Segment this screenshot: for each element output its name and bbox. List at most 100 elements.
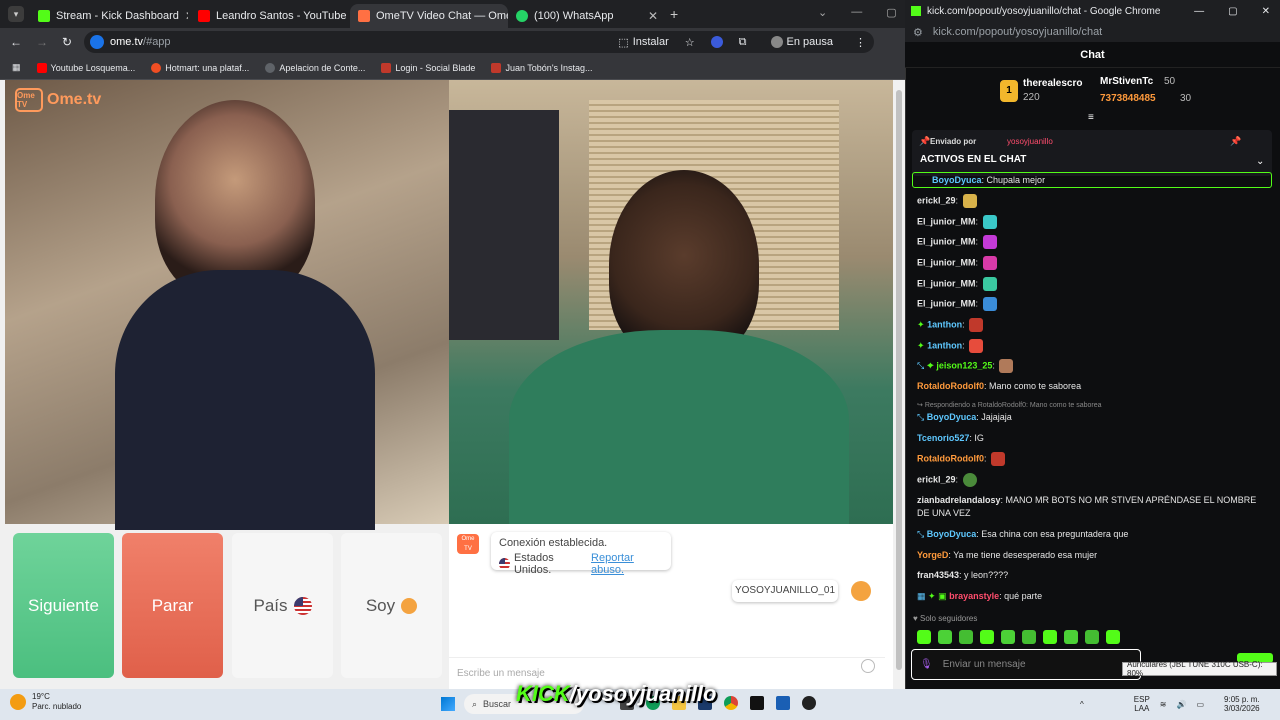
expand-chevron-icon[interactable]: ⌄ (1256, 156, 1264, 167)
chat-username[interactable]: 1anthon (927, 319, 962, 329)
reload-icon[interactable]: ↻ (62, 35, 72, 49)
bookmark-item[interactable]: Youtube Losquema... (36, 62, 135, 73)
search-label: Buscar (483, 699, 512, 709)
chat-username[interactable]: Tcenorio527 (917, 433, 969, 443)
collapse-icon[interactable]: ≡ (1088, 112, 1094, 123)
close-tab-icon[interactable]: ✕ (185, 9, 188, 23)
chat-username[interactable]: erickl_29 (917, 474, 956, 484)
chat-username[interactable]: jeison123_25 (936, 360, 992, 370)
volume-icon[interactable]: 🔊 (1176, 700, 1186, 709)
chat-username[interactable]: fran43543 (917, 570, 959, 580)
tab-search-icon[interactable]: ▾ (8, 6, 24, 22)
gender-button[interactable]: Soy (341, 533, 442, 678)
chat-username[interactable]: El_junior_MM (917, 278, 976, 288)
badge-icon: ⤡ (917, 412, 925, 422)
close-window-icon[interactable]: ✕ (1262, 6, 1270, 17)
close-tab-icon[interactable]: ✕ (648, 9, 658, 23)
forward-icon[interactable]: → (36, 35, 48, 49)
emote-icon[interactable] (1106, 630, 1120, 644)
tab-title: (100) WhatsApp (534, 10, 614, 22)
microphone-icon[interactable]: 🎙 (920, 659, 933, 670)
bookmark-item[interactable]: Apelacion de Conte... (265, 62, 365, 73)
emote-icon[interactable] (1064, 630, 1078, 644)
page-scrollbar[interactable] (893, 80, 905, 689)
back-icon[interactable]: ← (10, 35, 22, 49)
stop-button[interactable]: Parar (122, 533, 223, 678)
scrollbar-thumb[interactable] (896, 90, 902, 670)
browser-toolbar: ← → ↻ ome.tv/#app ⬚ Instalar ☆ ⧉ En pausa… (0, 28, 905, 56)
chat-username[interactable]: BoyoDyuca (932, 175, 982, 185)
report-abuse-link[interactable]: Reportar abuso. (591, 552, 663, 576)
gender-label: Soy (365, 595, 396, 615)
tab-ometv[interactable]: OmeTV Video Chat — Ome ✕ (350, 4, 508, 28)
site-info-icon[interactable] (90, 35, 104, 49)
chat-username[interactable]: brayanstyle (949, 591, 999, 601)
next-button[interactable]: Siguiente (13, 533, 114, 678)
bookmark-item[interactable]: Hotmart: una plataf... (151, 62, 249, 73)
chat-username[interactable]: zianbadrelandalosy (917, 495, 1001, 505)
chat-username[interactable]: El_junior_MM (917, 257, 976, 267)
chat-username[interactable]: erickl_29 (917, 195, 956, 205)
emote-icon[interactable] (1085, 630, 1099, 644)
new-tab-icon[interactable]: + (670, 6, 678, 22)
apps-icon[interactable]: ▦ (12, 62, 21, 73)
emote-icon[interactable] (1001, 630, 1015, 644)
weather-widget[interactable]: 19°C Parc. nublado (10, 692, 81, 712)
minimize-icon[interactable]: — (1194, 6, 1204, 17)
unpin-icon[interactable]: 📌 (1230, 136, 1241, 147)
tab-kick-dashboard[interactable]: Stream - Kick Dashboard ✕ (30, 4, 188, 28)
chat-username[interactable]: RotaldoRodolf0 (917, 381, 984, 391)
ometv-favicon-icon (358, 10, 370, 22)
more-menu-icon[interactable]: ⋮ (855, 36, 866, 49)
site-info-icon[interactable]: ⚙ (913, 26, 923, 39)
chat-username[interactable]: YorgeD (917, 550, 948, 560)
bookmark-item[interactable]: Login - Social Blade (381, 62, 475, 73)
emote-icon[interactable] (1022, 630, 1036, 644)
chat-username[interactable]: BoyoDyuca (927, 529, 977, 539)
chat-username[interactable]: RotaldoRodolf0 (917, 453, 984, 463)
lang-code: ESP (1133, 695, 1150, 704)
emote-icon[interactable] (917, 630, 931, 644)
country-button[interactable]: País (232, 533, 333, 678)
minimize-icon[interactable]: — (851, 6, 862, 19)
install-button[interactable]: ⬚ Instalar (618, 36, 668, 49)
tab-whatsapp[interactable]: (100) WhatsApp ✕ (508, 4, 666, 28)
chrome-app-icon[interactable] (724, 696, 738, 710)
lang-indicator[interactable]: ESP LAA (1134, 695, 1150, 713)
bookmark-star-icon[interactable]: ☆ (685, 36, 695, 49)
obs-app-icon[interactable] (802, 696, 816, 710)
chat-username[interactable]: 1anthon (927, 340, 962, 350)
bookmark-item[interactable]: Juan Tobón's Instag... (491, 62, 593, 73)
start-button[interactable] (441, 697, 455, 711)
emote-icon[interactable] (1043, 630, 1057, 644)
emote-icon[interactable] (959, 630, 973, 644)
chat-username[interactable]: BoyoDyuca (927, 412, 977, 422)
tab-youtube[interactable]: Leandro Santos - YouTube ✕ (190, 4, 348, 28)
address-bar[interactable]: ome.tv/#app ⬚ Instalar ☆ ⧉ En pausa ⋮ (84, 31, 874, 53)
battery-icon[interactable]: ▭ (1196, 700, 1204, 709)
chat-input[interactable]: 🎙 Enviar un mensaje (911, 649, 1141, 680)
chat-username[interactable]: El_junior_MM (917, 216, 976, 226)
chevron-up-icon[interactable]: ^ (1080, 700, 1084, 709)
chat-username[interactable]: El_junior_MM (917, 236, 976, 246)
clock-date: 3/03/2026 (1224, 704, 1260, 713)
clock[interactable]: 9:05 p. m. 3/03/2026 (1224, 695, 1260, 713)
chat-username[interactable]: El_junior_MM (917, 298, 976, 308)
wifi-icon[interactable]: ≋ (1160, 700, 1167, 709)
emote-icon[interactable] (938, 630, 952, 644)
bookmarks-bar: ▦ Youtube Losquema... Hotmart: una plata… (0, 56, 905, 80)
emoji-picker-icon[interactable] (861, 659, 875, 673)
maximize-icon[interactable]: ▢ (1228, 6, 1237, 17)
emote-icon (982, 256, 997, 270)
profile-button[interactable]: En pausa (762, 34, 841, 50)
chat-text: Jajajaja (981, 412, 1012, 422)
extension-icon[interactable] (710, 36, 723, 48)
vegas-app-icon[interactable] (776, 696, 790, 710)
chat-address-bar[interactable]: ⚙ kick.com/popout/yosoyjuanillo/chat (905, 22, 1280, 42)
maximize-icon[interactable]: ▢ (886, 6, 896, 19)
chat-message: RotaldoRodolf0: (917, 452, 1262, 466)
tab-menu-icon[interactable]: ⌄ (818, 6, 827, 19)
emote-icon[interactable] (980, 630, 994, 644)
capcut-app-icon[interactable] (750, 696, 764, 710)
extensions-puzzle-icon[interactable]: ⧉ (739, 36, 747, 49)
